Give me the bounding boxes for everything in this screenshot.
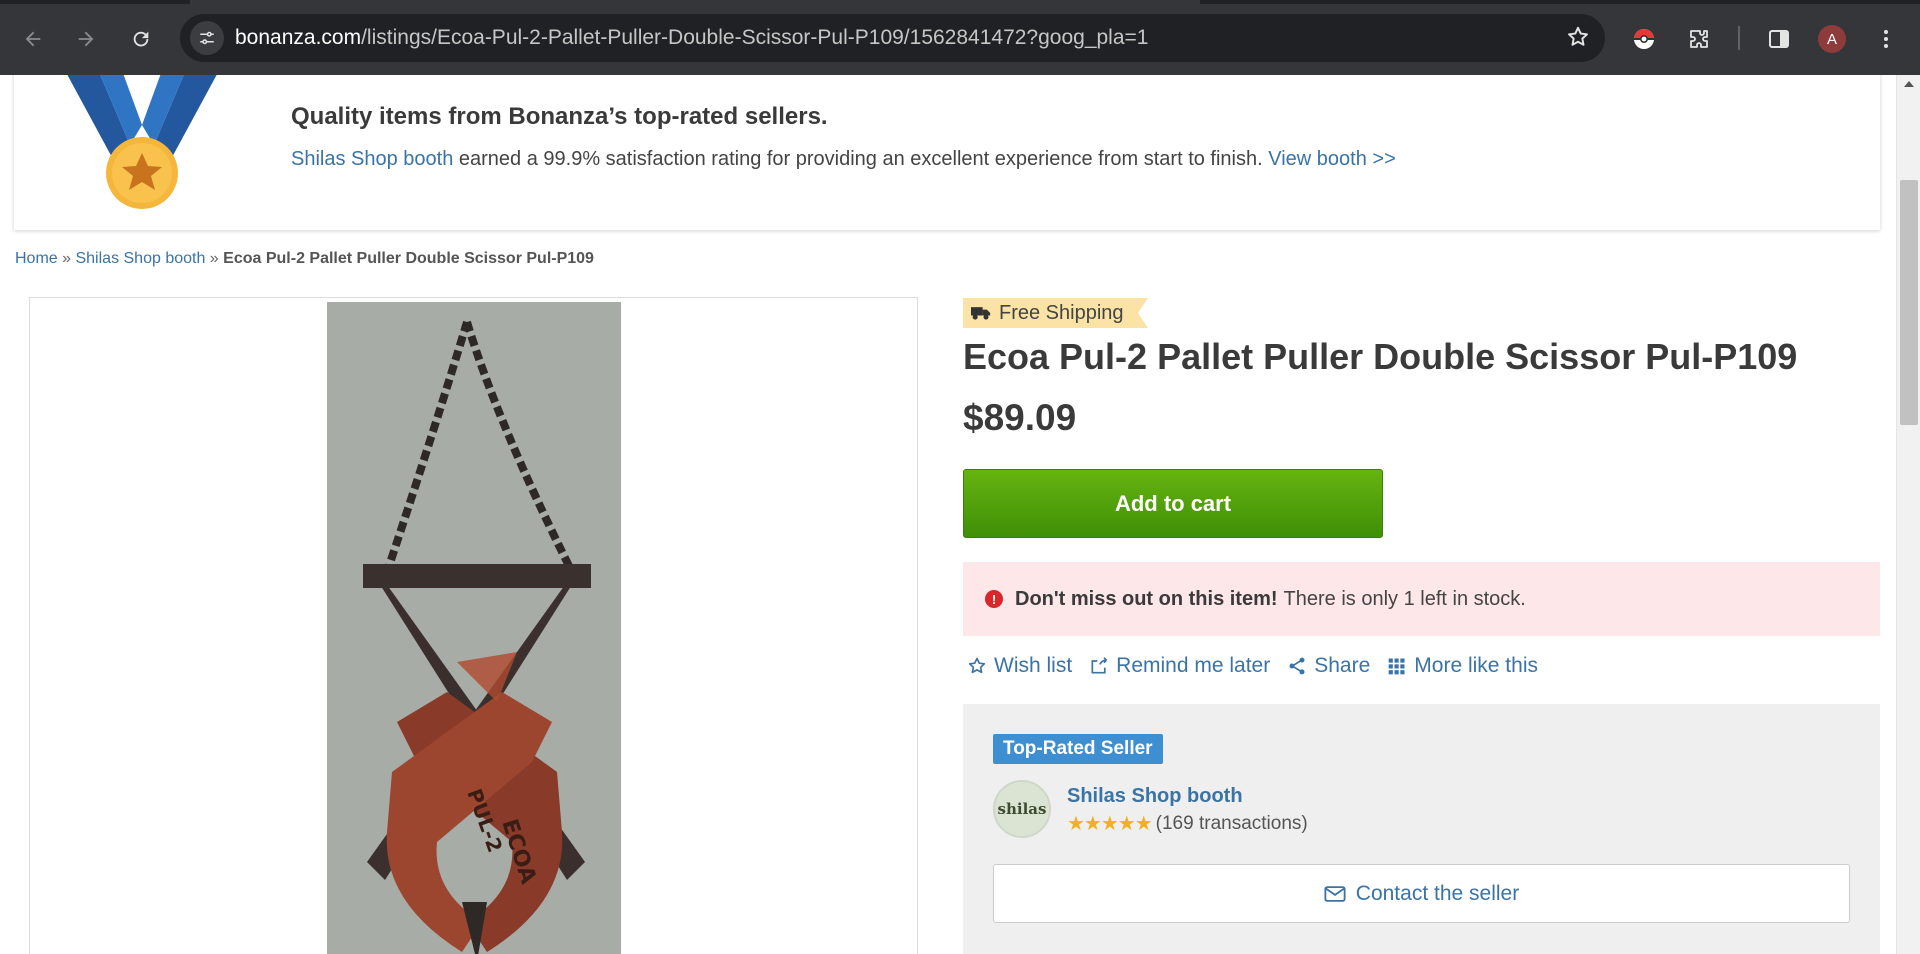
side-panel-icon — [1769, 30, 1789, 48]
remind-later-link[interactable]: Remind me later — [1089, 654, 1270, 678]
banner-text: earned a 99.9% satisfaction rating for p… — [453, 148, 1269, 170]
view-booth-link[interactable]: View booth >> — [1268, 148, 1396, 170]
share-icon — [1289, 657, 1305, 675]
breadcrumb-current: Ecoa Pul-2 Pallet Puller Double Scissor … — [223, 250, 594, 267]
envelope-icon — [1324, 885, 1346, 902]
address-bar[interactable]: bonanza.com/listings/Ecoa-Pul-2-Pallet-P… — [180, 14, 1605, 62]
reload-icon — [133, 31, 149, 47]
star-outline-icon — [1568, 26, 1588, 46]
url-host: bonanza.com — [235, 26, 362, 49]
pokeball-icon — [1634, 29, 1654, 49]
banner-seller-link[interactable]: Shilas Shop booth — [291, 148, 453, 170]
free-shipping-text: Free Shipping — [999, 301, 1124, 324]
exclamation-icon: ! — [985, 590, 1003, 608]
wish-list-link[interactable]: Wish list — [967, 654, 1072, 678]
browser-toolbar: bonanza.com/listings/Ecoa-Pul-2-Pallet-P… — [0, 0, 1920, 75]
contact-seller-label: Contact the seller — [1355, 881, 1520, 905]
add-to-cart-button[interactable]: Add to cart — [963, 469, 1383, 538]
profile-avatar[interactable]: A — [1818, 25, 1846, 53]
seller-rating: ★★★★★ (169 transactions) — [1067, 811, 1308, 836]
more-like-this-label: More like this — [1414, 654, 1538, 677]
side-panel-button[interactable] — [1762, 22, 1796, 56]
stock-alert-bold: Don't miss out on this item! — [1015, 587, 1278, 610]
url-path: /listings/Ecoa-Pul-2-Pallet-Puller-Doubl… — [361, 26, 1149, 49]
breadcrumb-separator: » — [205, 250, 224, 267]
rating-stars: ★★★★★ — [1067, 813, 1153, 835]
breadcrumb-booth[interactable]: Shilas Shop booth — [75, 250, 205, 267]
more-vert-icon — [1884, 30, 1888, 48]
scroll-up-arrow-icon[interactable] — [1904, 81, 1914, 87]
puzzle-icon — [1690, 30, 1708, 48]
contact-seller-button[interactable]: Contact the seller — [993, 864, 1850, 923]
arrow-left-icon — [25, 31, 41, 47]
extensions-button[interactable] — [1682, 22, 1716, 56]
product-image[interactable]: PUL-2 ECOA — [327, 302, 621, 954]
wish-list-label: Wish list — [994, 654, 1073, 677]
breadcrumb-home[interactable]: Home — [15, 250, 58, 267]
external-share-icon — [1091, 657, 1108, 674]
page-content: Quality items from Bonanza’s top-rated s… — [0, 75, 1896, 954]
extension-pokeball-button[interactable] — [1627, 22, 1661, 56]
medal-icon — [67, 75, 217, 209]
transaction-count: (169 transactions) — [1155, 812, 1308, 834]
share-link[interactable]: Share — [1287, 654, 1370, 678]
banner-description: Shilas Shop booth earned a 99.9% satisfa… — [291, 148, 1396, 171]
url-text[interactable]: bonanza.com/listings/Ecoa-Pul-2-Pallet-P… — [235, 26, 1148, 50]
product-image-container[interactable]: PUL-2 ECOA — [29, 297, 918, 954]
top-rated-banner: Quality items from Bonanza’s top-rated s… — [14, 75, 1880, 230]
scroll-thumb[interactable] — [1900, 180, 1918, 425]
arrow-right-icon — [78, 31, 94, 47]
reload-button[interactable] — [124, 22, 158, 56]
more-like-this-link[interactable]: More like this — [1387, 654, 1538, 678]
browser-menu-button[interactable] — [1869, 22, 1903, 56]
top-rated-seller-badge: Top-Rated Seller — [993, 734, 1163, 764]
listing-actions: Wish list Remind me later Share More lik… — [967, 654, 1538, 678]
grid-icon — [1388, 658, 1405, 675]
stock-alert: ! Don't miss out on this item! There is … — [963, 562, 1880, 636]
truck-icon — [971, 307, 991, 320]
bookmark-button[interactable] — [1565, 24, 1591, 55]
stock-alert-text: There is only 1 left in stock. — [1283, 587, 1526, 610]
forward-button[interactable] — [69, 22, 103, 56]
site-info-button[interactable] — [190, 21, 224, 55]
share-label: Share — [1314, 654, 1371, 677]
active-tab[interactable] — [190, 0, 1200, 4]
star-outline-icon — [968, 657, 986, 674]
breadcrumb: Home » Shilas Shop booth » Ecoa Pul-2 Pa… — [15, 250, 594, 268]
breadcrumb-separator: » — [57, 250, 76, 267]
seller-avatar[interactable]: shilas — [993, 780, 1051, 838]
toolbar-divider — [1738, 26, 1740, 50]
remind-later-label: Remind me later — [1116, 654, 1271, 677]
product-title: Ecoa Pul-2 Pallet Puller Double Scissor … — [963, 336, 1798, 377]
product-price: $89.09 — [963, 397, 1077, 438]
back-button[interactable] — [16, 22, 50, 56]
seller-name-link[interactable]: Shilas Shop booth — [1067, 785, 1243, 808]
seller-panel: Top-Rated Seller shilas Shilas Shop boot… — [963, 704, 1880, 954]
free-shipping-badge: Free Shipping — [963, 298, 1148, 328]
tune-icon — [200, 31, 214, 45]
page-scrollbar[interactable] — [1896, 75, 1920, 954]
banner-title: Quality items from Bonanza’s top-rated s… — [291, 103, 828, 130]
